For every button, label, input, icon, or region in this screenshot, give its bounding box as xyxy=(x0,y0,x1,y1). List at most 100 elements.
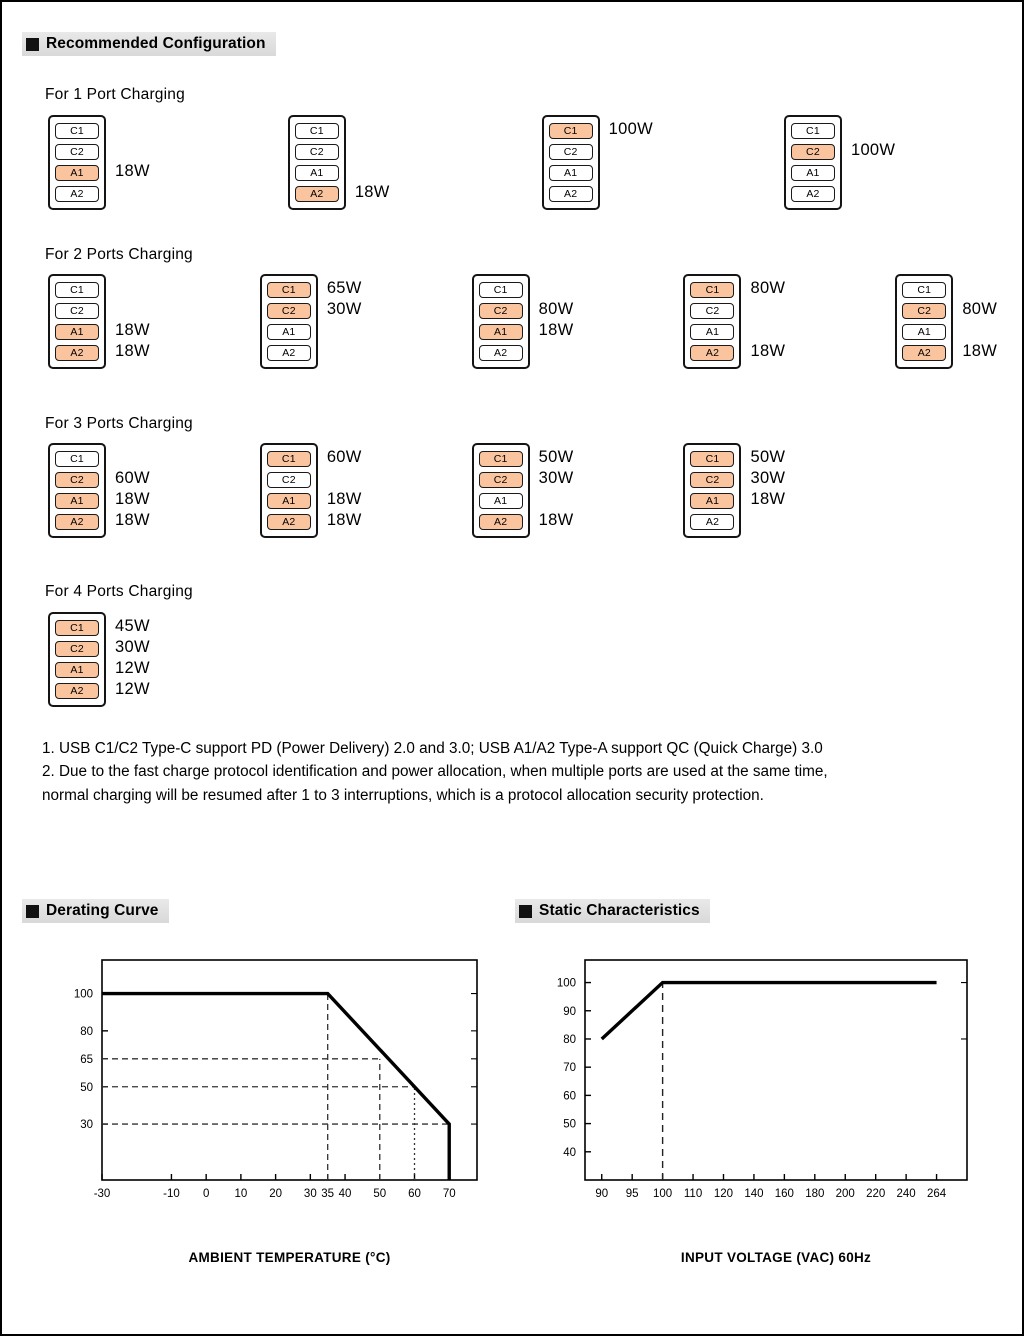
y-tick-label: 100 xyxy=(74,989,93,1001)
port-a2: A2 xyxy=(55,345,99,361)
wattage-label: 45W xyxy=(115,617,150,635)
port-a2: A2 xyxy=(55,186,99,202)
bullet-square-icon xyxy=(519,904,532,918)
wattage-label: 18W xyxy=(115,342,150,360)
charger-port-block: C1 C2 A1 A2 xyxy=(683,274,742,369)
static-x-axis-title: INPUT VOLTAGE (VAC) 60Hz xyxy=(680,1250,872,1265)
x-tick-label: 100 xyxy=(653,1188,672,1200)
wattage-list: 100W xyxy=(851,115,895,200)
port-a2: A2 xyxy=(478,345,523,361)
group-title-3-ports: For 3 Ports Charging xyxy=(45,415,193,432)
port-a1: A1 xyxy=(266,324,311,340)
static-characteristics-header: Static Characteristics xyxy=(515,899,710,923)
port-c2: C2 xyxy=(55,641,99,657)
wattage-list: 80W 18W xyxy=(750,274,786,360)
y-tick-label: 30 xyxy=(80,1119,93,1131)
wattage-list: 45W 30W 12W 12W xyxy=(115,612,150,698)
y-tick-label: 60 xyxy=(563,1090,576,1102)
charger-port-block: C1 C2 A1 A2 xyxy=(259,274,318,369)
port-c2: C2 xyxy=(690,472,735,488)
y-tick-label: 40 xyxy=(563,1147,576,1159)
port-c2: C2 xyxy=(55,303,99,319)
wattage-label: 30W xyxy=(115,638,150,656)
port-c1: C1 xyxy=(55,123,99,139)
charger-port-block: C1 C2 A1 A2 xyxy=(541,115,600,210)
port-a1: A1 xyxy=(55,493,99,509)
port-a1: A1 xyxy=(548,165,593,181)
section-title: Derating Curve xyxy=(46,902,159,919)
config-row-3-ports: C1 C2 A1 A2 60W 18W 18W C1 C2 A1 A2 60W 18W 18W C1 C2… xyxy=(48,443,785,538)
x-tick-label: 10 xyxy=(234,1188,247,1200)
port-a2: A2 xyxy=(55,514,99,530)
port-a1: A1 xyxy=(478,493,523,509)
x-tick-label: 40 xyxy=(339,1188,352,1200)
wattage-list: 18W xyxy=(354,115,390,201)
note-1: 1. USB C1/C2 Type-C support PD (Power De… xyxy=(42,740,823,757)
charging-config-list: C1 C2 A1 A2 18W C1 C2 A1 A2 18W C1 C2 A1 A2 100W C1… xyxy=(48,115,895,210)
note-2: 2. Due to the fast charge protocol ident… xyxy=(42,763,828,781)
wattage-label: 18W xyxy=(326,490,362,508)
wattage-list: 50W 30W 18W xyxy=(750,443,785,528)
port-c1: C1 xyxy=(478,451,523,467)
port-c1: C1 xyxy=(294,123,339,139)
wattage-label: 18W xyxy=(115,321,150,339)
wattage-list: 60W 18W 18W xyxy=(115,443,150,529)
wattage-label: 18W xyxy=(538,511,574,529)
charging-config: C1 C2 A1 A2 80W 18W xyxy=(471,274,574,369)
port-a2: A2 xyxy=(548,186,593,202)
port-c1: C1 xyxy=(690,282,735,298)
y-tick-label: 65 xyxy=(80,1054,93,1066)
recommended-configuration-header: Recommended Configuration xyxy=(22,32,276,56)
x-tick-label: 120 xyxy=(714,1188,733,1200)
charger-port-block: C1 C2 A1 A2 xyxy=(471,274,530,369)
port-c1: C1 xyxy=(902,282,947,298)
port-a2: A2 xyxy=(266,514,311,530)
charger-port-block: C1 C2 A1 A2 xyxy=(259,443,318,538)
x-tick-label: 240 xyxy=(897,1188,916,1200)
charging-config: C1 C2 A1 A2 50W 30W 18W xyxy=(471,443,574,538)
wattage-label: 18W xyxy=(750,490,786,508)
wattage-label: 80W xyxy=(750,279,786,297)
charging-config: C1 C2 A1 A2 45W 30W 12W 12W xyxy=(48,612,150,707)
charging-config-list: C1 C2 A1 A2 60W 18W 18W C1 C2 A1 A2 60W 18W 18W C1 C2… xyxy=(48,443,785,538)
charger-port-block: C1 C2 A1 A2 xyxy=(48,443,106,538)
wattage-label: 50W xyxy=(750,448,786,466)
wattage-list: 60W 18W 18W xyxy=(326,443,362,529)
port-a1: A1 xyxy=(902,324,947,340)
x-tick-label: 160 xyxy=(775,1188,794,1200)
x-tick-label: 140 xyxy=(744,1188,763,1200)
port-c1: C1 xyxy=(690,451,735,467)
charging-config: C1 C2 A1 A2 60W 18W 18W xyxy=(48,443,150,538)
charging-config-list: C1 C2 A1 A2 18W 18W C1 C2 A1 A2 65W 30W C1 C2 A1 A2 8… xyxy=(48,274,1022,369)
y-tick-label: 80 xyxy=(80,1026,93,1038)
static-characteristics-chart: LOAD (%) 1009080706050409095100110120140… xyxy=(507,932,1007,1272)
x-tick-label: 50 xyxy=(373,1188,386,1200)
wattage-label: 12W xyxy=(115,680,150,698)
x-tick-label: -10 xyxy=(163,1188,180,1200)
wattage-label: 60W xyxy=(326,448,362,466)
x-tick-label: 60 xyxy=(408,1188,421,1200)
x-tick-label: 20 xyxy=(269,1188,282,1200)
wattage-label: 50W xyxy=(538,448,574,466)
group-title-4-ports: For 4 Ports Charging xyxy=(45,583,193,600)
port-c2: C2 xyxy=(478,472,523,488)
charger-port-block: C1 C2 A1 A2 xyxy=(471,443,530,538)
port-a1: A1 xyxy=(55,662,99,678)
charger-port-block: C1 C2 A1 A2 xyxy=(895,274,954,369)
notes-block: 1. USB C1/C2 Type-C support PD (Power De… xyxy=(42,737,828,807)
y-tick-label: 100 xyxy=(557,978,576,990)
derating-plot: 100 80 65 50 30 -30 -10 0 10 20 30 35 40 50 60 70 xyxy=(74,959,478,1200)
charging-config: C1 C2 A1 A2 100W xyxy=(783,115,895,210)
port-c1: C1 xyxy=(266,451,311,467)
port-a1: A1 xyxy=(55,165,99,181)
port-a1: A1 xyxy=(294,165,339,181)
wattage-label: 18W xyxy=(354,183,390,201)
port-a2: A2 xyxy=(55,683,99,699)
x-tick-label: 30 xyxy=(304,1188,317,1200)
charging-config: C1 C2 A1 A2 60W 18W 18W xyxy=(259,443,362,538)
x-tick-label: 264 xyxy=(927,1188,947,1200)
wattage-label: 18W xyxy=(750,342,786,360)
section-title: Static Characteristics xyxy=(539,902,700,919)
charging-config: C1 C2 A1 A2 80W 18W xyxy=(895,274,997,369)
wattage-list: 18W 18W xyxy=(115,274,150,360)
